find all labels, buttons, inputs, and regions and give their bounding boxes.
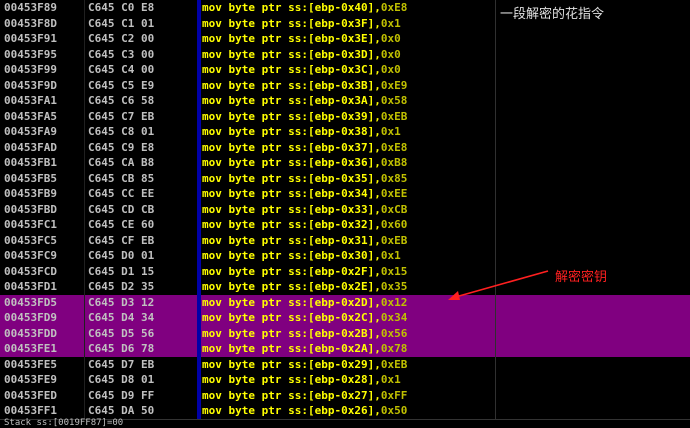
arrow-head: [448, 291, 460, 300]
status-bar: Stack ss:[0019FF87]=00: [0, 418, 690, 428]
disassembler-window: 00453F89 C645 C0 E8 mov byte ptr ss:[ebp-0…: [0, 0, 690, 428]
status-text: Stack ss:[0019FF87]=00: [4, 418, 124, 428]
annotation-arrow: [448, 270, 549, 300]
arrow-line: [451, 270, 549, 299]
